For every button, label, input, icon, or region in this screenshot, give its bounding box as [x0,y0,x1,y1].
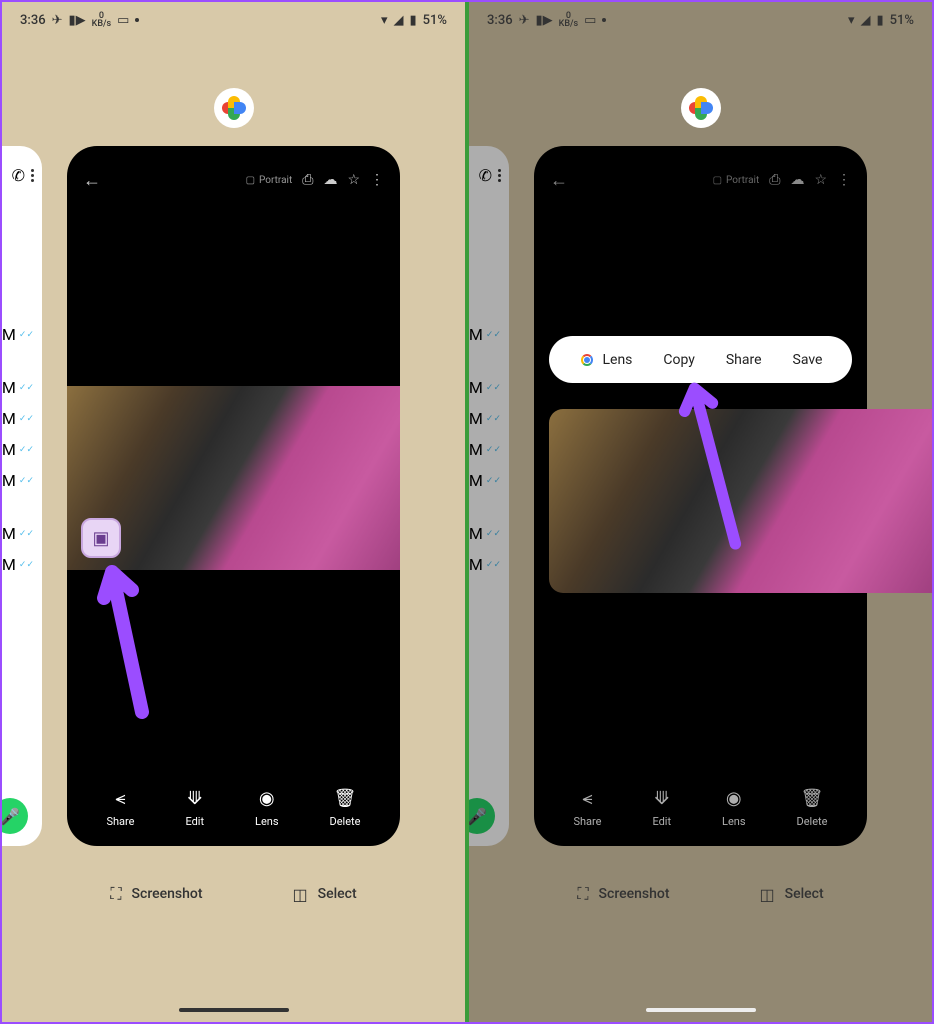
wifi-icon: ▾ [848,13,855,28]
selected-photo[interactable] [549,409,932,593]
main-app-card[interactable]: ← ▢ Portrait ⎙ ☁ ☆ ⋮ ▣ ⪪Share ⟱Edit ◉Len… [67,146,400,846]
select-button[interactable]: ◫Select [293,884,357,904]
more-icon[interactable]: ⋮ [370,172,384,188]
status-bar: 3:36 ✈ ▮▶ 0KB/s ▭ ▾ ◢ ▮ 51% [2,2,465,38]
delete-button[interactable]: 🗑Delete [329,788,360,828]
screenshot-left: 3:36 ✈ ▮▶ 0KB/s ▭ ▾ ◢ ▮ 51% ✆ [2,2,465,1022]
popup-save[interactable]: Save [793,352,823,368]
status-bar: 3:36 ✈ ▮▶ 0KB/s ▭ ▾ ◢ ▮ 51% [469,2,932,38]
cloud-icon[interactable]: ☁ [323,172,337,188]
calendar-icon: ▭ [117,13,129,28]
lens-button[interactable]: ◉Lens [255,788,279,828]
dot-icon [602,18,606,22]
signal-icon: ◢ [393,13,403,28]
dot-icon [135,18,139,22]
status-time: 3:36 [20,13,46,28]
calendar-icon: ▭ [584,13,596,28]
popup-copy[interactable]: Copy [663,352,695,368]
send-icon: ✈ [519,13,530,28]
screenshot-button[interactable]: ⛶Screenshot [577,884,669,904]
screenshot-icon: ⛶ [110,884,121,904]
share-icon: ⪪ [115,788,125,809]
app-icon-photos[interactable] [214,88,254,128]
prev-app-card[interactable]: ✆ 6 PM✓✓ ulati. 6 PM✓✓ 6 PM✓✓ 7 PM✓✓ 7 P… [2,146,42,846]
edit-button[interactable]: ⟱Edit [185,788,204,828]
wifi-icon: ▾ [381,13,388,28]
back-icon[interactable]: ← [83,170,101,191]
battery-text: 51% [423,13,447,28]
trash-icon: 🗑 [334,788,357,809]
phone-icon: ✆ [12,166,25,185]
select-icon: ◫ [293,885,308,904]
screenshot-right: 3:36 ✈ ▮▶ 0KB/s ▭ ▾ ◢ ▮ 51% ✆ [469,2,932,1022]
select-icon: ◫ [760,885,775,904]
pause-icon: ▮▶ [536,13,553,28]
data-speed: 0KB/s [559,12,579,28]
select-button[interactable]: ◫Select [760,884,824,904]
edit-icon: ⟱ [187,788,202,809]
signal-icon: ◢ [860,13,870,28]
battery-icon: ▮ [409,13,416,28]
google-lens-icon [578,351,596,369]
cast-icon[interactable]: ⎙ [302,172,313,188]
lens-icon: ◉ [259,788,275,809]
image-select-button[interactable]: ▣ [81,518,121,558]
share-button[interactable]: ⪪Share [106,788,134,828]
battery-icon: ▮ [876,13,883,28]
portrait-label: ▢ Portrait [246,175,293,186]
image-action-popup: Lens Copy Share Save [549,336,852,383]
chat-preview: 6 PM✓✓ ulati. 6 PM✓✓ 6 PM✓✓ 7 PM✓✓ 7 PM✓… [2,325,34,574]
nav-bar[interactable] [179,1008,289,1012]
screenshot-button[interactable]: ⛶Screenshot [110,884,202,904]
data-speed: 0KB/s [92,12,112,28]
send-icon: ✈ [52,13,63,28]
app-icon-photos[interactable] [681,88,721,128]
status-time: 3:36 [487,13,513,28]
photo-content[interactable]: ▣ [67,386,400,570]
more-icon [31,169,34,182]
pause-icon: ▮▶ [69,13,86,28]
popup-share[interactable]: Share [726,352,762,368]
popup-lens[interactable]: Lens [578,351,632,369]
mic-button[interactable]: 🎤 [2,798,28,834]
screenshot-icon: ⛶ [577,884,588,904]
nav-bar[interactable] [646,1008,756,1012]
star-icon[interactable]: ☆ [347,172,360,188]
battery-text: 51% [890,13,914,28]
